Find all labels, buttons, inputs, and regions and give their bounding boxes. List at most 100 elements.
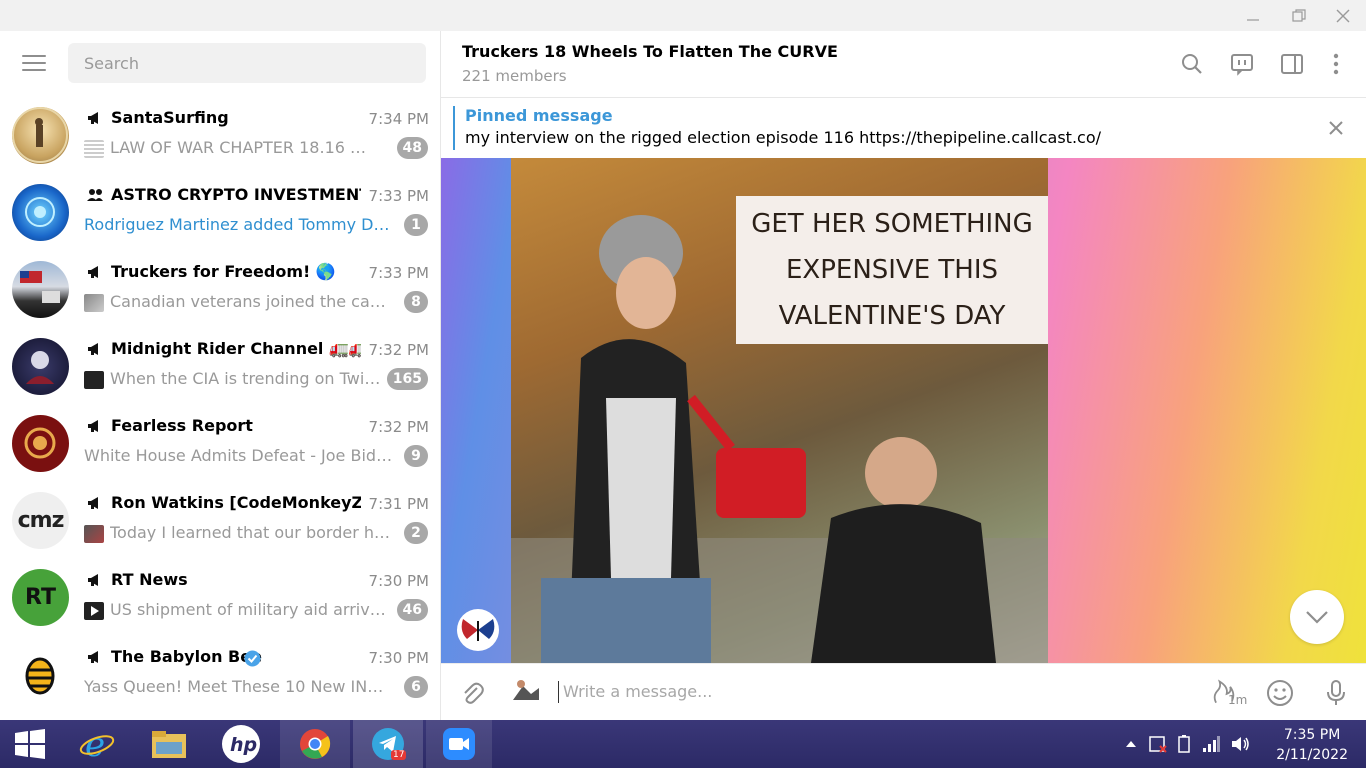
- unread-badge: 46: [396, 599, 428, 621]
- megaphone-icon: [88, 266, 98, 278]
- signal-icon[interactable]: [1202, 735, 1220, 753]
- volume-icon[interactable]: [1230, 735, 1250, 753]
- restore-icon: [1292, 8, 1306, 22]
- taskbar-chrome[interactable]: [280, 720, 350, 768]
- more-options-icon[interactable]: [1323, 51, 1349, 77]
- chat-item-babylon-bee[interactable]: The Babylon Bee 7:30 PM Yass Queen! Meet…: [0, 636, 440, 713]
- megaphone-icon: [88, 574, 98, 586]
- clock-time: 7:35 PM: [1283, 727, 1341, 743]
- bee-avatar-icon: [25, 657, 55, 695]
- battery-icon[interactable]: [1176, 734, 1192, 754]
- crypto-avatar-icon: [25, 197, 55, 227]
- chat-preview: Rodriguez Martinez added Tommy DeVi...: [84, 215, 394, 234]
- chat-preview: Canadian veterans joined the cause ...: [110, 292, 395, 311]
- chat-item-ron-watkins[interactable]: cmz Ron Watkins [CodeMonkeyZ] 7:31 PM To…: [0, 482, 440, 559]
- preview-thumbnail: [84, 294, 104, 312]
- emoji-icon[interactable]: [1265, 678, 1295, 708]
- avatar-text: RT: [25, 585, 56, 610]
- taskbar-hp[interactable]: hp: [206, 720, 276, 768]
- sticker-preview-icon[interactable]: [509, 676, 543, 706]
- avatar: [12, 646, 69, 703]
- preview-thumbnail: [84, 525, 104, 543]
- action-center-icon[interactable]: [1148, 734, 1168, 754]
- chevron-up-icon[interactable]: [1124, 738, 1138, 750]
- pinned-message-bar[interactable]: Pinned message my interview on the rigge…: [441, 98, 1366, 158]
- restore-button[interactable]: [1276, 0, 1322, 31]
- chat-preview: Yass Queen! Meet These 10 New INCLUS...: [84, 677, 394, 696]
- promo-line-2: EXPENSIVE THIS: [785, 255, 999, 285]
- paperclip-icon[interactable]: [459, 680, 485, 706]
- chat-list-panel: Search SantaSurfing 7:34 PM LAW OF WAR C…: [0, 31, 441, 720]
- chat-time: 7:32 PM: [368, 341, 429, 359]
- promo-card: GET HER SOMETHING EXPENSIVE THIS VALENTI…: [736, 196, 1048, 344]
- avatar: cmz: [12, 492, 69, 549]
- chat-preview: When the CIA is trending on Twitte...: [110, 369, 385, 388]
- chat-name: SantaSurfing: [111, 108, 229, 127]
- chat-title: Truckers 18 Wheels To Flatten The CURVE: [462, 42, 838, 61]
- message-photo[interactable]: GET HER SOMETHING EXPENSIVE THIS VALENTI…: [511, 158, 1048, 663]
- chat-name: Midnight Rider Channel 🚛🚛...: [111, 339, 361, 358]
- message-input[interactable]: Write a message...: [558, 681, 1158, 703]
- chat-header[interactable]: Truckers 18 Wheels To Flatten The CURVE …: [441, 31, 1366, 98]
- preview-thumbnail: [84, 371, 104, 389]
- hp-logo-icon: hp: [222, 725, 260, 763]
- taskbar-zoom[interactable]: [426, 720, 492, 768]
- promo-line-3: VALENTINE'S DAY: [778, 301, 1006, 331]
- avatar: [12, 261, 69, 318]
- chat-item-santasurfing[interactable]: SantaSurfing 7:34 PM LAW OF WAR CHAPTER …: [0, 97, 440, 174]
- close-pinned-icon[interactable]: [1328, 120, 1344, 136]
- unread-badge: 165: [386, 368, 428, 390]
- message-composer: Write a message... 1m: [441, 663, 1366, 720]
- close-button[interactable]: [1320, 0, 1366, 31]
- windows-logo-icon: [15, 729, 45, 759]
- folder-icon: [152, 731, 186, 758]
- megaphone-icon: [88, 420, 98, 432]
- chat-item-astro-crypto[interactable]: ASTRO CRYPTO INVESTMENT... 7:33 PM Rodri…: [0, 174, 440, 251]
- chat-name: Fearless Report: [111, 416, 253, 435]
- discussion-icon[interactable]: [1229, 51, 1255, 77]
- group-icon: [87, 189, 103, 201]
- zoom-icon: [443, 728, 475, 760]
- unread-badge: 1: [404, 214, 428, 236]
- chat-time: 7:30 PM: [368, 649, 429, 667]
- video-thumbnail: [84, 602, 104, 620]
- pinned-accent-bar: [453, 106, 455, 150]
- scroll-down-button[interactable]: [1290, 590, 1344, 644]
- avatar-text: cmz: [17, 508, 65, 533]
- taskbar-clock[interactable]: 7:35 PM 2/11/2022: [1276, 725, 1348, 765]
- chat-item-midnight-rider[interactable]: Midnight Rider Channel 🚛🚛... 7:32 PM Whe…: [0, 328, 440, 405]
- chat-name: ASTRO CRYPTO INVESTMENT...: [111, 185, 361, 204]
- chat-preview: White House Admits Defeat - Joe Biden i.…: [84, 446, 394, 465]
- avatar: RT: [12, 569, 69, 626]
- menu-icon[interactable]: [22, 55, 46, 73]
- chat-item-truckers-for-freedom[interactable]: Truckers for Freedom! 🌎 7:33 PM Canadian…: [0, 251, 440, 328]
- start-button[interactable]: [0, 720, 60, 768]
- taskbar-file-explorer[interactable]: [134, 720, 204, 768]
- timer-label: 1m: [1228, 693, 1248, 707]
- chrome-icon: [300, 729, 331, 759]
- megaphone-icon: [88, 112, 98, 124]
- sender-avatar[interactable]: [457, 609, 499, 651]
- windows-taskbar: e hp 17 7:35 PM 2/11/2022: [0, 720, 1366, 768]
- taskbar-internet-explorer[interactable]: e: [62, 720, 132, 768]
- search-icon[interactable]: [1179, 51, 1205, 77]
- microphone-icon[interactable]: [1321, 678, 1351, 708]
- chat-item-rt-news[interactable]: RT RT News 7:30 PM US shipment of milita…: [0, 559, 440, 636]
- system-tray: [1124, 720, 1250, 768]
- minimize-button[interactable]: [1230, 0, 1276, 31]
- search-input[interactable]: Search: [68, 43, 426, 83]
- chat-item-fearless-report[interactable]: Fearless Report 7:32 PM White House Admi…: [0, 405, 440, 482]
- avatar: [12, 338, 69, 395]
- megaphone-icon: [88, 343, 98, 355]
- telegram-unread-badge: 17: [391, 750, 407, 760]
- unread-badge: 48: [396, 137, 428, 159]
- chat-name: The Babylon Bee: [111, 647, 262, 666]
- member-count: 221 members: [462, 67, 567, 85]
- search-placeholder: Search: [84, 53, 139, 73]
- taskbar-telegram[interactable]: 17: [353, 720, 423, 768]
- promo-line-1: GET HER SOMETHING: [751, 209, 1033, 239]
- sidebar-toggle-icon[interactable]: [1279, 51, 1305, 77]
- unread-badge: 2: [404, 522, 428, 544]
- svg-text:e: e: [85, 726, 105, 762]
- close-icon: [1336, 9, 1350, 22]
